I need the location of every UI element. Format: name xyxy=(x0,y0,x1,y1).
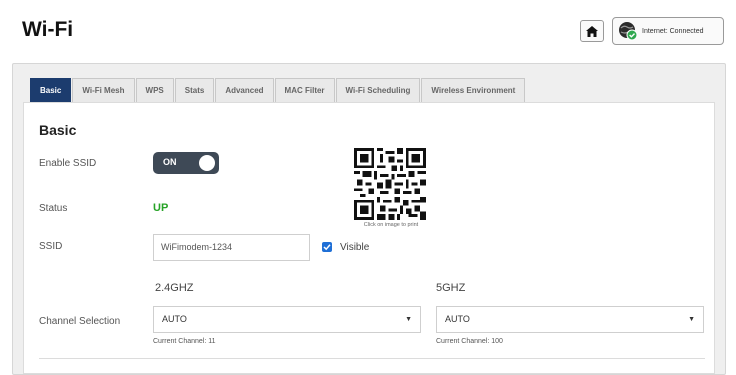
tab-stats[interactable]: Stats xyxy=(174,78,215,102)
tab-basic[interactable]: Basic xyxy=(30,78,72,102)
section-title: Basic xyxy=(39,122,77,138)
channel-5ghz-select[interactable]: AUTO ▼ xyxy=(436,306,704,333)
chevron-down-icon: ▼ xyxy=(405,316,412,323)
current-channel-24ghz: Current Channel: 11 xyxy=(153,338,216,345)
band-24ghz-label: 2.4GHZ xyxy=(155,282,194,294)
ssid-input[interactable]: WiFimodem-1234 xyxy=(153,234,310,261)
tab-wifi-scheduling[interactable]: Wi-Fi Scheduling xyxy=(335,78,421,102)
home-button[interactable] xyxy=(580,20,604,42)
tab-wireless-environment[interactable]: Wireless Environment xyxy=(421,78,526,102)
chevron-down-icon: ▼ xyxy=(688,316,695,323)
band-5ghz-label: 5GHZ xyxy=(436,282,466,294)
page-title: Wi-Fi xyxy=(22,18,74,41)
channel-24ghz-select[interactable]: AUTO ▼ xyxy=(153,306,421,333)
home-icon xyxy=(586,25,598,37)
status-label: Status xyxy=(39,203,68,214)
tab-bar: Basic Wi-Fi Mesh WPS Stats Advanced MAC … xyxy=(30,78,526,102)
channel-selection-label: Channel Selection xyxy=(39,316,121,327)
qr-caption: Click on image to print xyxy=(363,222,419,228)
qr-code-image[interactable] xyxy=(354,148,426,220)
tab-wps[interactable]: WPS xyxy=(135,78,174,102)
globe-check-icon xyxy=(619,22,638,41)
internet-status-label: Internet: Connected xyxy=(642,27,704,35)
current-channel-5ghz: Current Channel: 100 xyxy=(436,338,503,345)
enable-ssid-toggle[interactable]: ON xyxy=(153,152,219,174)
toggle-knob xyxy=(199,155,215,171)
status-value: UP xyxy=(153,202,169,214)
visible-checkbox[interactable] xyxy=(322,242,332,252)
tab-advanced[interactable]: Advanced xyxy=(215,78,274,102)
check-icon xyxy=(323,244,331,251)
channel-24ghz-value: AUTO xyxy=(162,314,187,324)
section-divider xyxy=(39,358,705,359)
tab-content xyxy=(23,102,715,374)
tab-mac-filter[interactable]: MAC Filter xyxy=(274,78,335,102)
visible-label: Visible xyxy=(340,242,370,253)
tab-wifi-mesh[interactable]: Wi-Fi Mesh xyxy=(72,78,135,102)
enable-ssid-label: Enable SSID xyxy=(39,158,97,169)
ssid-label: SSID xyxy=(39,241,63,252)
channel-5ghz-value: AUTO xyxy=(445,314,470,324)
toggle-state-label: ON xyxy=(163,157,177,167)
internet-status-button[interactable]: Internet: Connected xyxy=(612,17,724,45)
